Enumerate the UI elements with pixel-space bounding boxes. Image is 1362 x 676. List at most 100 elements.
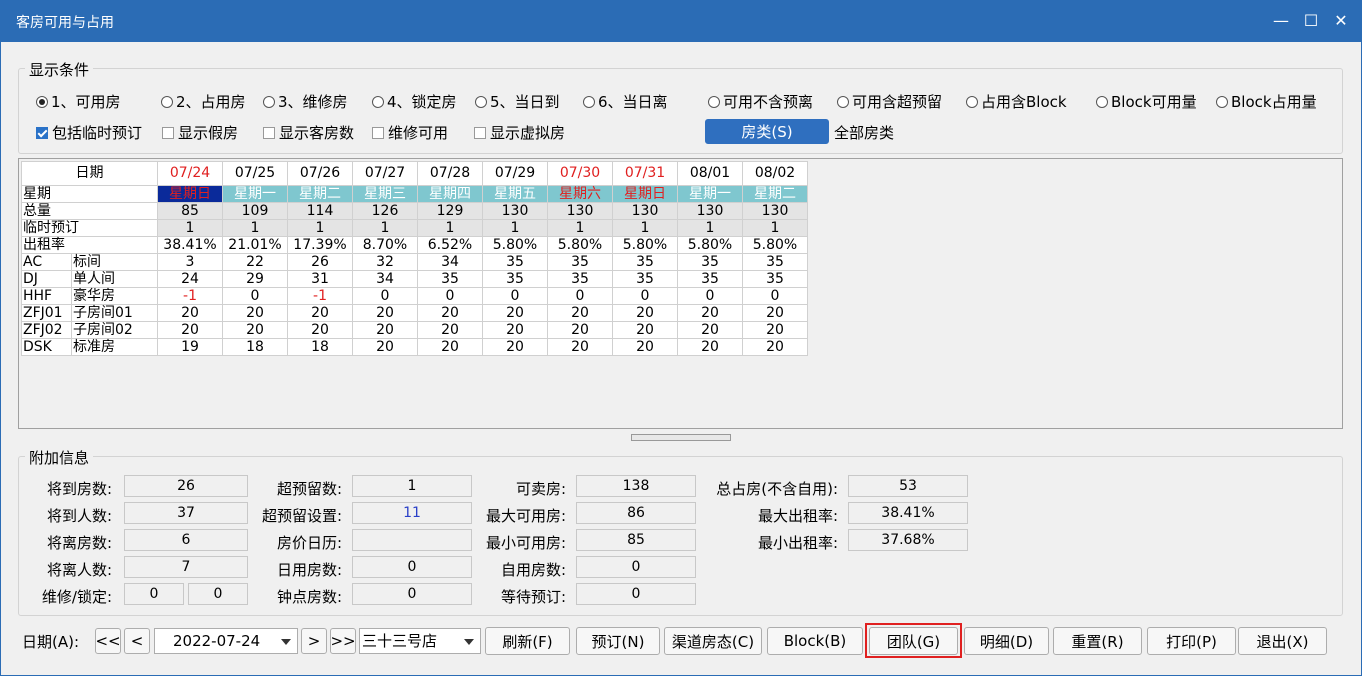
grid-cell[interactable]: 20 [222,304,288,322]
date-cell[interactable]: 07/30 [547,161,613,186]
checkbox-option[interactable]: 维修可用 [372,122,448,143]
rate-calendar-field[interactable] [352,529,472,551]
grid-cell[interactable]: 20 [742,338,808,356]
grid-cell[interactable]: 31 [287,270,353,288]
grid-cell[interactable]: 18 [222,338,288,356]
grid-cell[interactable]: 星期六 [547,185,613,203]
detail-button[interactable]: 明细(D) [964,627,1049,655]
radio-option[interactable]: 可用含超预留 [837,91,942,112]
grid-cell[interactable]: 20 [482,304,548,322]
grid-cell[interactable]: 0 [677,287,743,305]
grid-cell[interactable]: 129 [417,202,483,220]
date-cell[interactable]: 07/31 [612,161,678,186]
grid-cell[interactable]: 20 [742,321,808,339]
radio-option[interactable]: 1、可用房 [36,91,121,112]
grid-cell[interactable]: 5.80% [612,236,678,254]
grid-cell[interactable]: 21.01% [222,236,288,254]
grid-cell[interactable]: 35 [417,270,483,288]
grid-cell[interactable]: 1 [352,219,418,237]
grid-cell[interactable]: 24 [157,270,223,288]
grid-cell[interactable]: 20 [482,338,548,356]
last-date-button[interactable]: >> [330,628,356,654]
grid-cell[interactable]: -1 [287,287,353,305]
grid-cell[interactable]: 星期二 [287,185,353,203]
grid-cell[interactable]: 20 [287,321,353,339]
grid-cell[interactable]: 0 [612,287,678,305]
grid-cell[interactable]: 20 [352,338,418,356]
grid-cell[interactable]: 130 [547,202,613,220]
date-cell[interactable]: 07/24 [157,161,223,186]
grid-cell[interactable]: 1 [287,219,353,237]
grid-cell[interactable]: 17.39% [287,236,353,254]
grid-cell[interactable]: 32 [352,253,418,271]
grid-cell[interactable]: 1 [482,219,548,237]
radio-option[interactable]: 2、占用房 [161,91,246,112]
grid-cell[interactable]: 20 [612,338,678,356]
grid-cell[interactable]: 20 [352,321,418,339]
grid-cell[interactable]: 20 [157,304,223,322]
grid-cell[interactable]: 0 [742,287,808,305]
block-button[interactable]: Block(B) [767,627,863,655]
grid-cell[interactable]: 35 [742,253,808,271]
minimize-button[interactable]: — [1266,6,1296,36]
grid-cell[interactable]: 20 [352,304,418,322]
grid-cell[interactable]: 6.52% [417,236,483,254]
grid-cell[interactable]: 20 [417,304,483,322]
grid-cell[interactable]: 星期二 [742,185,808,203]
grid-cell[interactable]: 20 [222,321,288,339]
grid-cell[interactable]: 星期日 [157,185,223,203]
grid-cell[interactable]: 130 [482,202,548,220]
grid-cell[interactable]: 26 [287,253,353,271]
print-button[interactable]: 打印(P) [1147,627,1236,655]
radio-option[interactable]: 4、锁定房 [372,91,457,112]
grid-cell[interactable]: 20 [612,304,678,322]
grid-cell[interactable]: 35 [482,253,548,271]
grid-cell[interactable]: 1 [742,219,808,237]
grid-cell[interactable]: 126 [352,202,418,220]
prev-date-button[interactable]: < [124,628,150,654]
radio-option[interactable]: Block占用量 [1216,91,1317,112]
grid-cell[interactable]: 35 [612,270,678,288]
grid-cell[interactable]: 5.80% [547,236,613,254]
grid-cell[interactable]: 20 [612,321,678,339]
grid-cell[interactable]: 130 [677,202,743,220]
checkbox-option[interactable]: 显示假房 [162,122,238,143]
grid-cell[interactable]: 5.80% [677,236,743,254]
date-cell[interactable]: 07/27 [352,161,418,186]
grid-cell[interactable]: 35 [547,253,613,271]
date-cell[interactable]: 07/25 [222,161,288,186]
grid-cell[interactable]: 20 [417,321,483,339]
grid-cell[interactable]: 35 [482,270,548,288]
grid-cell[interactable]: 0 [222,287,288,305]
grid-cell[interactable]: 星期一 [222,185,288,203]
grid-cell[interactable]: 0 [352,287,418,305]
grid-cell[interactable]: 星期五 [482,185,548,203]
next-date-button[interactable]: > [301,628,327,654]
radio-option[interactable]: 占用含Block [966,91,1067,112]
grid-cell[interactable]: 0 [547,287,613,305]
splitter-handle[interactable] [631,434,731,441]
grid-cell[interactable]: 20 [677,321,743,339]
grid-cell[interactable]: 20 [547,338,613,356]
grid-cell[interactable]: 85 [157,202,223,220]
grid-cell[interactable]: 8.70% [352,236,418,254]
checkbox-option[interactable]: 显示虚拟房 [474,122,565,143]
grid-cell[interactable]: 20 [677,338,743,356]
grid-cell[interactable]: 1 [157,219,223,237]
availability-grid[interactable]: 日期 07/24 07/25 07/26 07/27 07/28 07/29 07/30 07/… [18,158,1343,429]
grid-cell[interactable]: -1 [157,287,223,305]
radio-option[interactable]: Block可用量 [1096,91,1197,112]
grid-cell[interactable]: 38.41% [157,236,223,254]
grid-cell[interactable]: 星期日 [612,185,678,203]
grid-cell[interactable]: 1 [677,219,743,237]
radio-option[interactable]: 3、维修房 [263,91,348,112]
grid-cell[interactable]: 109 [222,202,288,220]
radio-option[interactable]: 可用不含预离 [708,91,813,112]
grid-cell[interactable]: 130 [742,202,808,220]
first-date-button[interactable]: << [95,628,121,654]
grid-cell[interactable]: 20 [482,321,548,339]
room-type-button[interactable]: 房类(S) [705,119,829,144]
grid-cell[interactable]: 5.80% [742,236,808,254]
grid-cell[interactable]: 1 [417,219,483,237]
date-picker[interactable]: 2022-07-24 [154,628,298,654]
